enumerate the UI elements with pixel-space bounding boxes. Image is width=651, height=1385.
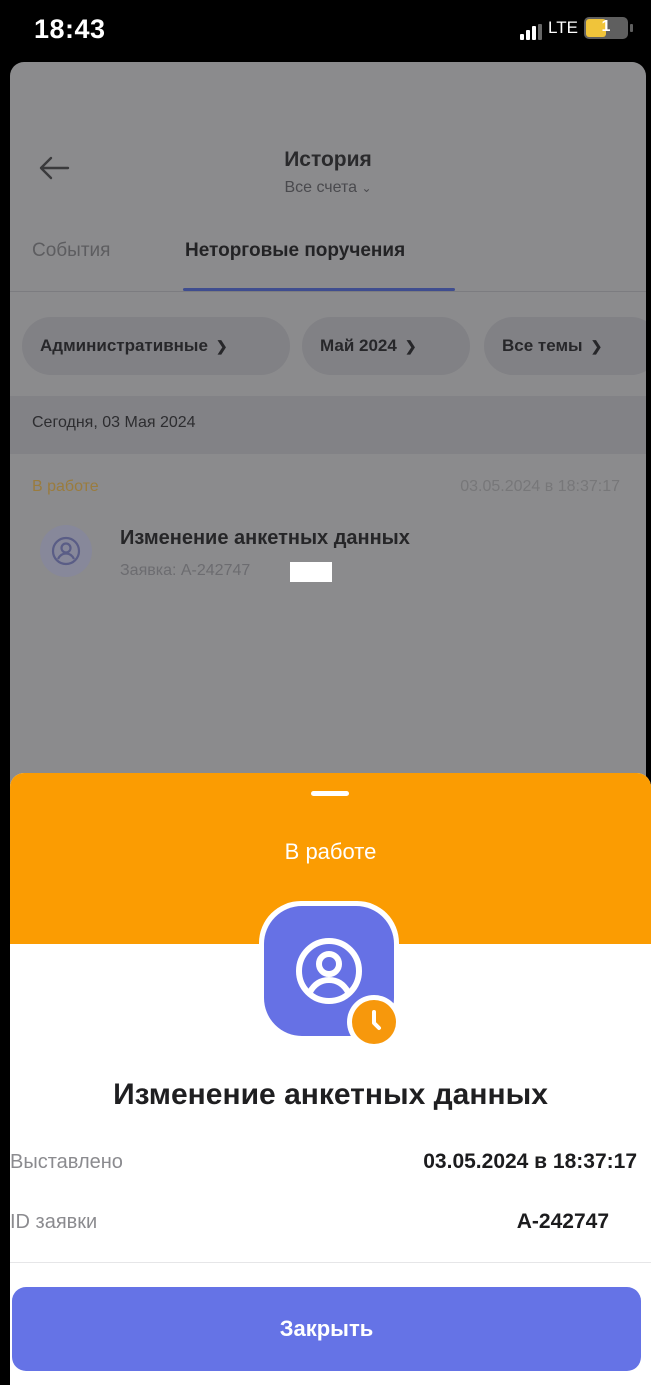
battery-icon: 1 <box>584 17 628 39</box>
account-selector[interactable]: Все счета ⌄ <box>10 179 646 197</box>
chevron-down-icon: ❯ <box>404 338 417 354</box>
status-time: 18:43 <box>34 14 106 44</box>
sheet-title: Изменение анкетных данных <box>113 1078 548 1111</box>
tab-non-trading-orders[interactable]: Неторговые поручения <box>185 240 405 262</box>
filter-type[interactable]: Административные ❯ <box>22 317 290 375</box>
issued-label: Выставлено <box>10 1151 123 1173</box>
tabs-divider <box>10 291 646 292</box>
list-item-request-id: Заявка: А-242747 <box>120 562 251 579</box>
details-bottom-sheet: В работе Изменение анкетных данных Выста… <box>10 773 651 1385</box>
date-heading: Сегодня, 03 Мая 2024 <box>32 414 196 431</box>
sheet-status: В работе <box>284 839 377 864</box>
list-item-status: В работе <box>32 478 99 495</box>
request-id-label: ID заявки <box>10 1211 98 1233</box>
list-item-datetime: 03.05.2024 в 18:37:17 <box>460 478 620 495</box>
drag-handle[interactable] <box>311 791 349 796</box>
issued-value: 03.05.2024 в 18:37:17 <box>423 1150 637 1173</box>
battery-tip <box>630 24 633 32</box>
profile-icon <box>40 525 92 577</box>
redaction-box <box>290 562 332 582</box>
close-button[interactable]: Закрыть <box>12 1287 641 1371</box>
date-group-header: Сегодня, 03 Мая 2024 <box>10 396 646 454</box>
list-item-title[interactable]: Изменение анкетных данных <box>120 527 410 550</box>
battery-level: 1 <box>601 18 611 35</box>
chevron-down-icon: ❯ <box>215 338 228 354</box>
filter-topic-label: Все темы <box>502 336 583 355</box>
filter-period-label: Май 2024 <box>320 336 397 355</box>
network-type: LTE <box>548 18 578 37</box>
signal-icon <box>520 24 542 40</box>
account-selector-label: Все счета <box>284 179 358 196</box>
filter-topic[interactable]: Все темы ❯ <box>484 317 646 375</box>
filter-type-label: Административные <box>40 336 208 355</box>
chevron-down-icon: ⌄ <box>361 181 372 195</box>
chevron-down-icon: ❯ <box>590 338 603 354</box>
divider <box>10 1262 651 1263</box>
tab-events[interactable]: События <box>32 240 110 262</box>
filter-period[interactable]: Май 2024 ❯ <box>302 317 470 375</box>
request-id-value: А-242747 <box>516 1210 609 1233</box>
page-title: История <box>284 148 372 171</box>
clock-icon <box>352 1000 396 1044</box>
status-bar: 18:43 LTE 1 <box>0 0 651 60</box>
